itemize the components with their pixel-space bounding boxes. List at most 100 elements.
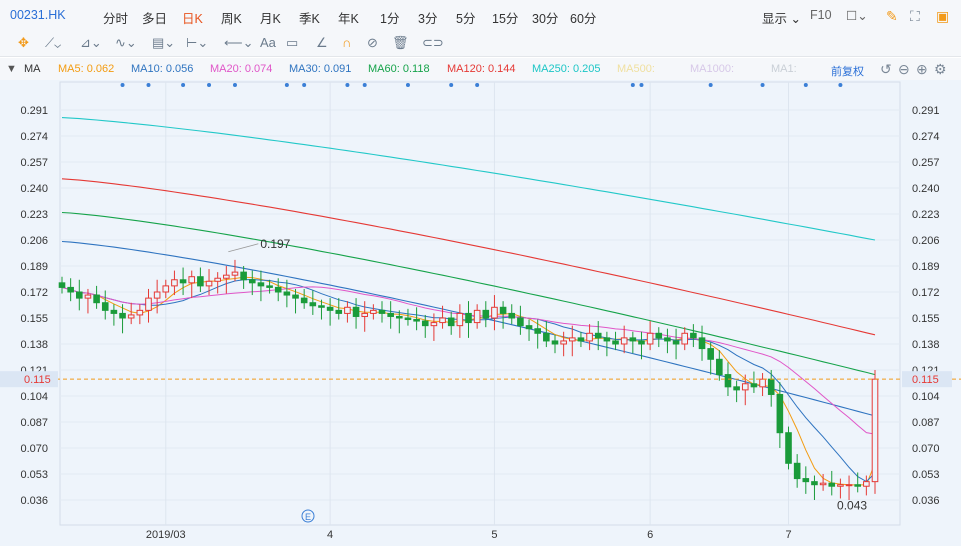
stock-code[interactable]: 00231.HK [10,8,66,22]
candle-body [119,312,126,319]
candle-body [690,332,697,339]
candle-body [274,286,282,293]
ruler-icon[interactable]: ∠ [316,35,328,51]
candle-body [776,393,784,434]
candle-body [179,279,187,284]
candle-body [93,294,100,304]
candle-body [871,378,879,483]
event-marker [630,83,635,87]
f10-button[interactable]: F10 [810,8,832,22]
checkbox-icon[interactable]: ☐⌄ [846,8,868,23]
period-tab-30min[interactable]: 30分 [532,8,558,27]
candle-body [404,317,412,321]
candle-body [266,285,273,288]
candle-body [612,340,619,345]
candle-body [586,332,593,342]
candle-body [681,332,689,345]
line-tool-icon[interactable]: ⟋⌄ [45,35,61,51]
y-tick-label-right: 0.257 [912,157,940,169]
y-tick-label-left: 0.257 [20,157,48,169]
event-marker [345,83,350,87]
candle-body [309,302,317,307]
period-tab-60min[interactable]: 60分 [570,8,596,27]
wave-tool-icon[interactable]: ∿⌄ [115,35,137,51]
period-tab-1min[interactable]: 1分 [380,8,399,27]
indicator-name[interactable]: MA [24,63,41,75]
kline-chart[interactable]: 0.291 0.291 0.274 0.274 0.257 0.257 0.240 0.240… [0,80,961,546]
y-tick-label-left: 0.291 [20,105,48,117]
candle-body [197,276,204,287]
period-tab-monthly[interactable]: 月K [260,8,281,27]
trash-icon[interactable]: 🗑 [392,35,409,51]
x-tick-label: 4 [327,529,333,541]
link-icon[interactable]: ⊂⊃ [422,35,444,51]
crosshair-icon[interactable]: ✥ [18,35,29,51]
period-tab-intraday[interactable]: 分时 [103,8,128,27]
drawing-toolbar: ✥ ⟋⌄ ⊿⌄ ∿⌄ ▤⌄ ⊢⌄ ⟵⌄ Aa ▭ ∠ ∩ ⊘ 🗑 ⊂⊃ [0,32,961,57]
undo-icon[interactable]: ↺ [880,61,892,78]
period-tab-5min[interactable]: 5分 [456,8,475,27]
candle-body [205,280,213,287]
text-tool-icon[interactable]: Aa [260,35,276,50]
fib-tool-icon[interactable]: ▤⌄ [152,35,175,51]
ma1-value: MA1: [771,63,797,75]
period-tab-3min[interactable]: 3分 [418,8,437,27]
event-marker [362,83,367,87]
ma20-value: MA20: 0.074 [210,63,273,75]
y-tick-label-right: 0.240 [912,183,940,195]
settings-icon[interactable]: ⚙ [934,61,947,78]
y-tick-label-right: 0.274 [912,131,940,143]
y-tick-label-right: 0.291 [912,105,940,117]
collapse-icon[interactable]: ▼ [6,63,17,75]
candle-body [534,328,541,334]
current-price-left: 0.115 [24,374,51,386]
y-tick-label-right: 0.138 [912,339,940,351]
display-label: 显示 [762,12,788,26]
candle-body [344,306,351,314]
zoom-out-icon[interactable]: ⊖ [898,61,910,78]
candle-body [430,322,438,327]
candle-body [223,274,230,279]
y-tick-label-right: 0.070 [912,443,940,455]
kline-svg[interactable]: 0.291 0.291 0.274 0.274 0.257 0.257 0.240 0.240… [0,80,961,546]
range-tool-icon[interactable]: ⊢⌄ [186,35,208,51]
candle-body [724,374,732,388]
candle-body [318,305,325,308]
candle-body [413,319,420,322]
zoom-in-icon[interactable]: ⊕ [916,61,928,78]
event-marker [284,83,289,87]
period-tab-15min[interactable]: 15分 [492,8,518,27]
candle-body [863,481,870,487]
candle-body [499,306,507,314]
extreme-value-label: 0.197 [260,237,290,251]
magnet-icon[interactable]: ∩ [342,35,351,50]
period-tab-yearly[interactable]: 年K [338,8,359,27]
period-tab-daily[interactable]: 日K [182,8,203,27]
arrow-tool-icon[interactable]: ⟵⌄ [224,35,254,51]
hide-icon[interactable]: ⊘ [367,35,378,51]
adjust-mode[interactable]: 前复权 [831,63,864,79]
display-menu[interactable]: 显示 ⌄ [762,8,801,27]
fullscreen-icon[interactable]: ⛶ [910,8,920,25]
channel-tool-icon[interactable]: ⊿⌄ [80,35,102,51]
y-tick-label-left: 0.070 [20,443,48,455]
y-tick-label-left: 0.104 [20,391,48,403]
candle-body [447,317,455,327]
period-tab-multiday[interactable]: 多日 [142,8,167,27]
ma30-value: MA30: 0.091 [289,63,352,75]
event-marker [803,83,808,87]
event-marker [120,83,125,87]
window-icon[interactable]: ▣ [936,8,949,25]
pencil-icon[interactable]: ✎ [886,8,898,25]
y-tick-label-right: 0.189 [912,261,940,273]
candle-body [84,294,92,299]
period-tab-quarterly[interactable]: 季K [299,8,320,27]
candle-body [819,482,827,486]
x-tick-label: 6 [647,529,653,541]
period-tab-weekly[interactable]: 周K [221,8,242,27]
candle-body [465,312,472,324]
candle-body [473,309,481,324]
y-tick-label-left: 0.189 [20,261,48,273]
candle-body [300,297,308,304]
comment-tool-icon[interactable]: ▭ [286,35,298,51]
